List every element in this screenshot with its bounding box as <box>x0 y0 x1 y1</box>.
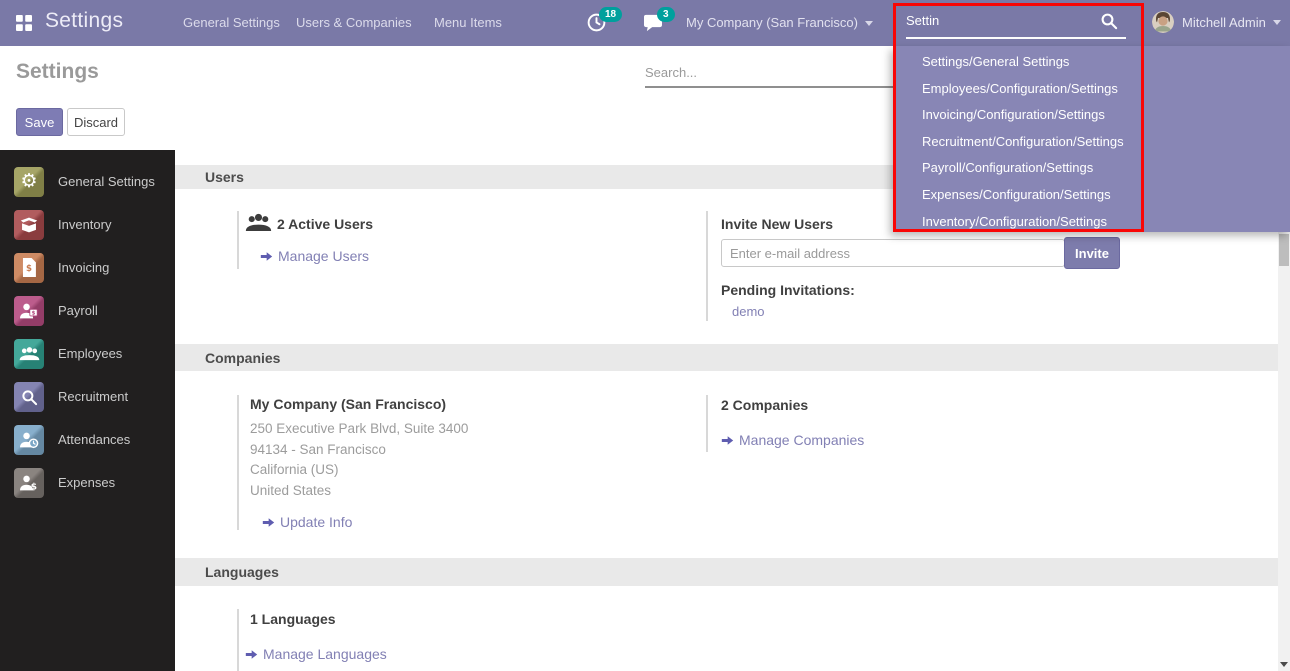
address-line: 94134 - San Francisco <box>250 440 468 461</box>
attendance-person-clock-icon <box>14 425 44 455</box>
activities-badge[interactable]: 18 <box>599 7 622 22</box>
nav-menu-general-settings[interactable]: General Settings <box>183 15 280 30</box>
menu-search-box <box>893 0 1144 46</box>
menu-search-dropdown: Settings/General Settings Employees/Conf… <box>893 46 1290 232</box>
arrow-right-icon <box>721 434 734 447</box>
manage-companies-link[interactable]: Manage Companies <box>721 432 864 448</box>
arrow-right-icon <box>260 250 273 263</box>
pending-invitation-user[interactable]: demo <box>732 304 765 319</box>
svg-text:$: $ <box>31 482 37 491</box>
section-header-companies: Companies <box>175 344 1278 371</box>
search-result-item[interactable]: Recruitment/Configuration/Settings <box>893 129 1290 156</box>
company-name-label: My Company (San Francisco) <box>686 15 858 30</box>
svg-text:$: $ <box>26 264 32 274</box>
search-results-list: Settings/General Settings Employees/Conf… <box>893 46 1290 235</box>
address-line: California (US) <box>250 460 468 481</box>
sidebar-item-inventory[interactable]: Inventory <box>0 203 175 246</box>
user-menu[interactable]: Mitchell Admin <box>1152 11 1281 33</box>
payroll-person-card-icon: $ <box>14 296 44 326</box>
search-result-item[interactable]: Payroll/Configuration/Settings <box>893 155 1290 182</box>
search-result-item[interactable]: Inventory/Configuration/Settings <box>893 209 1290 236</box>
address-line: United States <box>250 481 468 502</box>
sidebar-item-invoicing[interactable]: $ Invoicing <box>0 246 175 289</box>
search-result-item[interactable]: Expenses/Configuration/Settings <box>893 182 1290 209</box>
section-header-languages: Languages <box>175 558 1278 586</box>
avatar <box>1152 11 1174 33</box>
page-title: Settings <box>16 60 99 84</box>
employees-group-icon <box>14 339 44 369</box>
companies-count: 2 Companies <box>721 397 808 413</box>
sidebar-item-expenses[interactable]: $ Expenses <box>0 461 175 504</box>
search-result-item[interactable]: Employees/Configuration/Settings <box>893 76 1290 103</box>
save-button[interactable]: Save <box>16 108 63 136</box>
odoo-settings-screen: Settings General Settings Users & Compan… <box>0 0 1290 671</box>
column-divider <box>237 395 239 530</box>
menu-search-input[interactable] <box>906 8 1106 32</box>
search-result-item[interactable]: Settings/General Settings <box>893 49 1290 76</box>
discuss-badge[interactable]: 3 <box>657 7 675 22</box>
sidebar-item-recruitment[interactable]: Recruitment <box>0 375 175 418</box>
sidebar-item-payroll[interactable]: $ Payroll <box>0 289 175 332</box>
nav-menu-menu-items[interactable]: Menu Items <box>434 15 502 30</box>
manage-languages-link[interactable]: Manage Languages <box>245 646 387 662</box>
records-search-input[interactable] <box>645 58 893 88</box>
nav-menu-users-companies[interactable]: Users & Companies <box>296 15 412 30</box>
column-divider <box>706 211 708 321</box>
address-line: 250 Executive Park Blvd, Suite 3400 <box>250 419 468 440</box>
expenses-person-dollar-icon: $ <box>14 468 44 498</box>
arrow-right-icon <box>245 648 258 661</box>
invite-new-users-label: Invite New Users <box>721 216 833 232</box>
invoice-document-icon: $ <box>14 253 44 283</box>
scrollbar-down-arrow[interactable] <box>1280 662 1288 667</box>
column-divider <box>237 609 239 671</box>
vertical-scrollbar[interactable] <box>1278 232 1290 671</box>
caret-down-icon <box>865 21 873 26</box>
active-users-count: 2 Active Users <box>277 216 373 232</box>
manage-users-link[interactable]: Manage Users <box>260 248 369 264</box>
svg-text:$: $ <box>32 310 36 316</box>
apps-grid-icon[interactable] <box>16 15 32 31</box>
company-switcher[interactable]: My Company (San Francisco) <box>686 15 873 30</box>
languages-count: 1 Languages <box>250 611 336 627</box>
invite-email-input[interactable] <box>721 239 1065 267</box>
discard-button[interactable]: Discard <box>67 108 125 136</box>
sidebar-item-employees[interactable]: Employees <box>0 332 175 375</box>
company-name: My Company (San Francisco) <box>250 396 446 412</box>
active-users-group-icon <box>245 212 272 238</box>
scrollbar-thumb[interactable] <box>1279 234 1289 266</box>
update-info-link[interactable]: Update Info <box>262 514 352 530</box>
search-magnifier-icon[interactable] <box>1100 12 1118 30</box>
sidebar-item-general-settings[interactable]: ⚙ General Settings <box>0 160 175 203</box>
top-navbar: Settings General Settings Users & Compan… <box>0 0 1290 46</box>
app-brand-title[interactable]: Settings <box>45 9 123 33</box>
search-input-underline <box>906 37 1126 39</box>
recruitment-magnifier-icon <box>14 382 44 412</box>
settings-sidebar: ⚙ General Settings Inventory $ Invoicing… <box>0 150 175 671</box>
search-result-item[interactable]: Invoicing/Configuration/Settings <box>893 102 1290 129</box>
column-divider <box>706 395 708 452</box>
caret-down-icon <box>1273 20 1281 25</box>
user-name-label: Mitchell Admin <box>1182 15 1266 30</box>
gear-icon: ⚙ <box>14 167 44 197</box>
arrow-right-icon <box>262 516 275 529</box>
column-divider <box>237 211 239 269</box>
company-address: 250 Executive Park Blvd, Suite 3400 9413… <box>250 419 468 501</box>
sidebar-item-attendances[interactable]: Attendances <box>0 418 175 461</box>
inventory-box-icon <box>14 210 44 240</box>
pending-invitations-label: Pending Invitations: <box>721 282 855 298</box>
invite-button[interactable]: Invite <box>1064 237 1120 269</box>
